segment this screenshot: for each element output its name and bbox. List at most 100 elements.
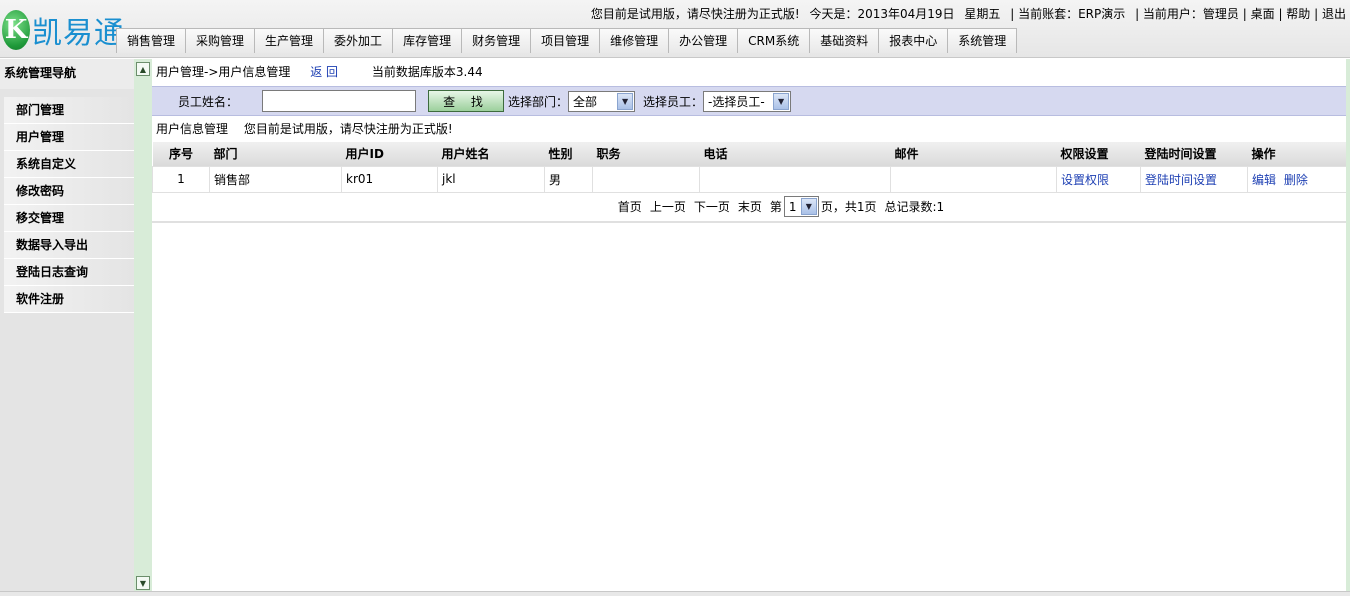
- edit-link[interactable]: 编辑: [1252, 173, 1276, 187]
- page-select-value: 1: [788, 199, 797, 214]
- main-nav: 销售管理 采购管理 生产管理 委外加工 库存管理 财务管理 项目管理 维修管理 …: [116, 28, 1018, 53]
- user-table: 序号 部门 用户ID 用户姓名 性别 职务 电话 邮件 权限设置 登陆时间设置 …: [152, 142, 1347, 193]
- nav-tab-outsourcing[interactable]: 委外加工: [323, 28, 394, 53]
- bottom-frame-border: [0, 591, 1350, 596]
- trial-notice: 您目前是试用版，请尽快注册为正式版!: [590, 7, 800, 21]
- sidebar: 系统管理导航 部门管理 用户管理 系统自定义 修改密码 移交管理 数据导入导出 …: [0, 59, 134, 596]
- next-page-link[interactable]: 下一页: [694, 198, 730, 215]
- back-link[interactable]: 返 回: [310, 65, 338, 79]
- table-header-row: 序号 部门 用户ID 用户姓名 性别 职务 电话 邮件 权限设置 登陆时间设置 …: [152, 142, 1347, 166]
- total-records: 总记录数:1: [884, 200, 945, 214]
- nav-tab-office[interactable]: 办公管理: [668, 28, 739, 53]
- breadcrumb-bar: 用户管理->用户信息管理 返 回 当前数据库版本3.44: [152, 59, 1346, 86]
- db-version: 当前数据库版本3.44: [371, 65, 483, 79]
- nav-tab-production[interactable]: 生产管理: [254, 28, 325, 53]
- sidebar-title: 系统管理导航: [0, 59, 134, 89]
- name-label: 员工姓名：: [178, 94, 239, 109]
- col-header-name: 用户姓名: [437, 142, 545, 166]
- logo-text: 凯易通: [32, 16, 125, 51]
- top-info-bar: 您目前是试用版，请尽快注册为正式版! 今天是：2013年04月19日 星期五 |…: [585, 5, 1346, 22]
- page-select[interactable]: 1 ▼: [783, 196, 819, 217]
- cell-uid: kr01: [341, 165, 438, 193]
- dept-select-value: 全部: [573, 94, 598, 109]
- nav-tab-sales[interactable]: 销售管理: [116, 28, 187, 53]
- chevron-down-icon: ▼: [617, 92, 634, 110]
- nav-tab-repair[interactable]: 维修管理: [599, 28, 670, 53]
- col-header-no: 序号: [152, 142, 210, 166]
- employee-label: 选择员工：: [643, 94, 704, 109]
- sidebar-item-customize[interactable]: 系统自定义: [4, 151, 134, 178]
- first-page-link[interactable]: 首页: [618, 198, 642, 215]
- cell-gender: 男: [544, 165, 593, 193]
- section-header: 用户信息管理 您目前是试用版，请尽快注册为正式版!: [152, 116, 1346, 142]
- nav-tab-inventory[interactable]: 库存管理: [392, 28, 463, 53]
- scroll-up-icon[interactable]: ▲: [136, 62, 150, 76]
- cell-permission: 设置权限: [1056, 165, 1141, 193]
- sidebar-item-users[interactable]: 用户管理: [4, 124, 134, 151]
- nav-tab-project[interactable]: 项目管理: [530, 28, 601, 53]
- nav-tab-reports[interactable]: 报表中心: [878, 28, 949, 53]
- logout-link[interactable]: | 退出: [1314, 7, 1346, 21]
- nav-tab-system[interactable]: 系统管理: [947, 28, 1018, 53]
- col-header-dept: 部门: [209, 142, 342, 166]
- col-header-title: 职务: [592, 142, 700, 166]
- section-title: 用户信息管理: [156, 122, 229, 136]
- last-page-link[interactable]: 末页: [738, 198, 762, 215]
- current-user: | 当前用户：管理员: [1135, 7, 1239, 21]
- delete-link[interactable]: 删除: [1284, 173, 1308, 187]
- cell-actions: 编辑 删除: [1247, 165, 1347, 193]
- login-time-link[interactable]: 登陆时间设置: [1145, 173, 1217, 187]
- employee-select-value: -选择员工-: [708, 94, 765, 109]
- col-header-login-time: 登陆时间设置: [1140, 142, 1248, 166]
- col-header-permission: 权限设置: [1056, 142, 1141, 166]
- col-header-actions: 操作: [1247, 142, 1347, 166]
- cell-no: 1: [152, 165, 210, 193]
- nav-tab-purchase[interactable]: 采购管理: [185, 28, 256, 53]
- cell-name: jkl: [437, 165, 545, 193]
- page-prefix: 第: [769, 200, 782, 214]
- set-permission-link[interactable]: 设置权限: [1061, 173, 1109, 187]
- col-header-gender: 性别: [544, 142, 593, 166]
- main-content: 用户管理->用户信息管理 返 回 当前数据库版本3.44 员工姓名： 查 找 选…: [152, 59, 1347, 596]
- right-scroll-strip: [1346, 59, 1350, 596]
- sidebar-menu: 部门管理 用户管理 系统自定义 修改密码 移交管理 数据导入导出 登陆日志查询 …: [0, 97, 134, 313]
- dept-select[interactable]: 全部 ▼: [568, 90, 636, 112]
- col-header-email: 邮件: [890, 142, 1057, 166]
- search-button[interactable]: 查 找: [428, 90, 504, 112]
- page-suffix: 页，共1页: [820, 200, 877, 214]
- chevron-down-icon: ▼: [800, 198, 817, 215]
- dept-label: 选择部门：: [508, 94, 569, 109]
- nav-tab-basic-data[interactable]: 基础资料: [809, 28, 880, 53]
- sidebar-item-login-log[interactable]: 登陆日志查询: [4, 259, 134, 286]
- cell-login-time: 登陆时间设置: [1140, 165, 1248, 193]
- sidebar-item-import-export[interactable]: 数据导入导出: [4, 232, 134, 259]
- nav-tab-finance[interactable]: 财务管理: [461, 28, 532, 53]
- sidebar-item-register[interactable]: 软件注册: [4, 286, 134, 313]
- cell-email: [890, 165, 1057, 193]
- weekday: 星期五: [964, 7, 1001, 21]
- cell-dept: 销售部: [209, 165, 342, 193]
- desktop-link[interactable]: | 桌面: [1243, 7, 1275, 21]
- header: K 凯易通 您目前是试用版，请尽快注册为正式版! 今天是：2013年04月19日…: [0, 0, 1350, 58]
- today-date: 今天是：2013年04月19日: [809, 7, 955, 21]
- help-link[interactable]: | 帮助: [1278, 7, 1310, 21]
- chevron-down-icon: ▼: [773, 92, 790, 110]
- nav-tab-crm[interactable]: CRM系统: [737, 28, 811, 53]
- employee-name-input[interactable]: [262, 90, 416, 112]
- app-logo: K 凯易通: [2, 8, 125, 52]
- logo-k-icon: K: [2, 10, 30, 50]
- cell-title: [592, 165, 700, 193]
- prev-page-link[interactable]: 上一页: [650, 198, 686, 215]
- sidebar-item-password[interactable]: 修改密码: [4, 178, 134, 205]
- pagination: 首页 上一页 下一页 末页 第 1 ▼ 页，共1页 总记录数:1: [152, 193, 1346, 223]
- employee-select[interactable]: -选择员工- ▼: [703, 90, 792, 112]
- cell-phone: [699, 165, 891, 193]
- sidebar-item-dept[interactable]: 部门管理: [4, 97, 134, 124]
- scroll-down-icon[interactable]: ▼: [136, 576, 150, 590]
- col-header-phone: 电话: [699, 142, 891, 166]
- table-row: 1 销售部 kr01 jkl 男 设置权限 登陆时间设置 编辑 删除: [152, 165, 1347, 193]
- col-header-uid: 用户ID: [341, 142, 438, 166]
- sidebar-item-handover[interactable]: 移交管理: [4, 205, 134, 232]
- search-bar: 员工姓名： 查 找 选择部门： 全部 ▼ 选择员工： -选择员工- ▼: [152, 86, 1346, 116]
- breadcrumb: 用户管理->用户信息管理: [156, 65, 291, 79]
